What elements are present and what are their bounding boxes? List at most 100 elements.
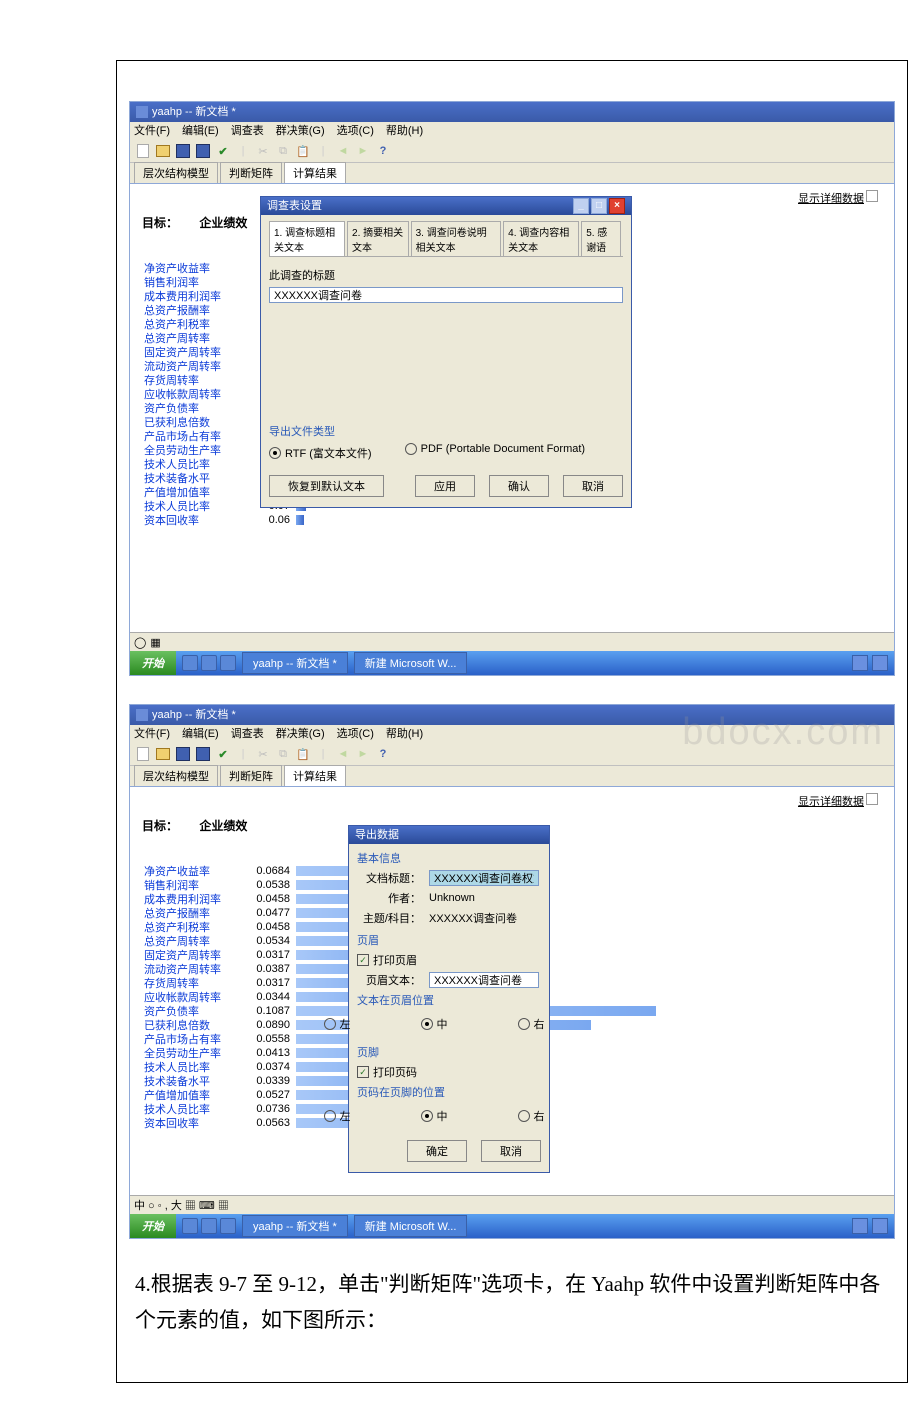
help-button[interactable]: ?: [374, 745, 392, 763]
status-text: 中 ○ ◦ , 大 ▦ ⌨ ▦: [134, 1197, 229, 1213]
export-cancel-button[interactable]: 取消: [481, 1140, 541, 1162]
metric-value: 0.0534: [242, 935, 290, 947]
ftr-left-radio[interactable]: 左: [324, 1108, 351, 1124]
save-button[interactable]: [174, 142, 192, 160]
menu-help[interactable]: 帮助(H): [386, 122, 423, 140]
arrow2-icon[interactable]: ►: [354, 142, 372, 160]
menu-option[interactable]: 选项(C): [337, 725, 374, 743]
print-pagenum-check[interactable]: 打印页码: [357, 1064, 417, 1080]
tab-matrix[interactable]: 判断矩阵: [220, 162, 282, 183]
check-button[interactable]: ✔: [214, 142, 232, 160]
open-button[interactable]: [154, 745, 172, 763]
doc-title-input[interactable]: [429, 870, 539, 886]
hdr-left-radio[interactable]: 左: [324, 1016, 351, 1032]
app-window-1: yaahp -- 新文档 * 文件(F) 编辑(E) 调查表 群决策(G) 选项…: [129, 101, 895, 676]
saveas-button[interactable]: [194, 142, 212, 160]
save-button[interactable]: [174, 745, 192, 763]
metric-value: 0.0458: [242, 893, 290, 905]
export-ok-button[interactable]: 确定: [407, 1140, 467, 1162]
restore-button[interactable]: 恢复到默认文本: [269, 475, 384, 497]
new-button[interactable]: [134, 142, 152, 160]
metric-value: 0.0317: [242, 949, 290, 961]
tray-2: [846, 1218, 894, 1234]
survey-title-input[interactable]: [269, 287, 623, 303]
show-detail-link[interactable]: 显示详细数据: [798, 190, 864, 206]
menu-help[interactable]: 帮助(H): [386, 725, 423, 743]
pdf-radio[interactable]: PDF (Portable Document Format): [405, 443, 585, 455]
app-icon: [136, 106, 148, 118]
check-button[interactable]: ✔: [214, 745, 232, 763]
menu-survey[interactable]: 调查表: [231, 725, 264, 743]
copy-button[interactable]: ⧉: [274, 745, 292, 763]
rtf-radio[interactable]: RTF (富文本文件): [269, 445, 372, 461]
paste-button[interactable]: 📋: [294, 142, 312, 160]
new-button[interactable]: [134, 745, 152, 763]
menu-group[interactable]: 群决策(G): [276, 122, 325, 140]
apply-button[interactable]: 应用: [415, 475, 475, 497]
start-button[interactable]: 开始: [130, 1214, 176, 1238]
close-button[interactable]: ×: [609, 198, 625, 214]
app-icon: [136, 709, 148, 721]
arrow1-icon[interactable]: ◄: [334, 745, 352, 763]
subtab-2[interactable]: 2. 摘要相关文本: [347, 221, 409, 256]
watermark: bdocx.com: [682, 723, 884, 741]
copy-button[interactable]: ⧉: [274, 142, 292, 160]
sep: |: [234, 745, 252, 763]
tab-result[interactable]: 计算结果: [284, 765, 346, 786]
tab-result[interactable]: 计算结果: [284, 162, 346, 183]
saveas-button[interactable]: [194, 745, 212, 763]
task-item-1[interactable]: yaahp -- 新文档 *: [242, 1215, 348, 1237]
menu-survey[interactable]: 调查表: [231, 122, 264, 140]
subtab-3[interactable]: 3. 调查问卷说明相关文本: [411, 221, 502, 256]
help-button[interactable]: ?: [374, 142, 392, 160]
metric-label[interactable]: 资本回收率: [144, 1115, 242, 1131]
subtab-5[interactable]: 5. 感谢语: [581, 221, 621, 256]
print-header-check[interactable]: 打印页眉: [357, 952, 417, 968]
metric-value: 0.0458: [242, 921, 290, 933]
ok-button[interactable]: 确认: [489, 475, 549, 497]
cut-button[interactable]: ✂: [254, 745, 272, 763]
min-button[interactable]: _: [573, 198, 589, 214]
task-item-2[interactable]: 新建 Microsoft W...: [354, 652, 468, 674]
menu-file[interactable]: 文件(F): [134, 725, 170, 743]
author-value: Unknown: [429, 892, 541, 904]
target-label: 目标：: [142, 216, 178, 230]
tab-matrix[interactable]: 判断矩阵: [220, 765, 282, 786]
menu-edit[interactable]: 编辑(E): [182, 725, 219, 743]
tab-row-2: 层次结构模型 判断矩阵 计算结果: [130, 766, 894, 787]
status-icon-2: ▦: [150, 636, 160, 649]
header-text-input[interactable]: [429, 972, 539, 988]
task-item-1[interactable]: yaahp -- 新文档 *: [242, 652, 348, 674]
export-group-title: 导出文件类型: [269, 423, 623, 439]
menu-group[interactable]: 群决策(G): [276, 725, 325, 743]
hdr-right-radio[interactable]: 右: [518, 1016, 545, 1032]
paste-button[interactable]: 📋: [294, 745, 312, 763]
arrow2-icon[interactable]: ►: [354, 745, 372, 763]
metric-label[interactable]: 资本回收率: [144, 512, 242, 528]
menu-option[interactable]: 选项(C): [337, 122, 374, 140]
menu-file[interactable]: 文件(F): [134, 122, 170, 140]
show-detail-toggle[interactable]: [866, 190, 878, 202]
export-dialog-title: 导出数据: [349, 826, 549, 844]
tab-model[interactable]: 层次结构模型: [134, 765, 218, 786]
tab-model[interactable]: 层次结构模型: [134, 162, 218, 183]
show-detail-link[interactable]: 显示详细数据: [798, 793, 864, 809]
cancel-button[interactable]: 取消: [563, 475, 623, 497]
menu-edit[interactable]: 编辑(E): [182, 122, 219, 140]
hdr-center-radio[interactable]: 中: [421, 1016, 448, 1032]
metric-value: 0.0317: [242, 977, 290, 989]
arrow1-icon[interactable]: ◄: [334, 142, 352, 160]
show-detail-toggle[interactable]: [866, 793, 878, 805]
survey-dialog: 调查表设置 _ □ × 1. 调查标题相关文本 2. 摘要相关文本 3. 调查问…: [260, 196, 632, 508]
subtab-4[interactable]: 4. 调查内容相关文本: [503, 221, 579, 256]
survey-subtabs: 1. 调查标题相关文本 2. 摘要相关文本 3. 调查问卷说明相关文本 4. 调…: [269, 221, 623, 257]
open-button[interactable]: [154, 142, 172, 160]
task-item-2[interactable]: 新建 Microsoft W...: [354, 1215, 468, 1237]
ftr-center-radio[interactable]: 中: [421, 1108, 448, 1124]
start-button[interactable]: 开始: [130, 651, 176, 675]
cut-button[interactable]: ✂: [254, 142, 272, 160]
subtab-1[interactable]: 1. 调查标题相关文本: [269, 221, 345, 256]
ftr-right-radio[interactable]: 右: [518, 1108, 545, 1124]
max-button[interactable]: □: [591, 198, 607, 214]
metric-value: 0.0558: [242, 1033, 290, 1045]
